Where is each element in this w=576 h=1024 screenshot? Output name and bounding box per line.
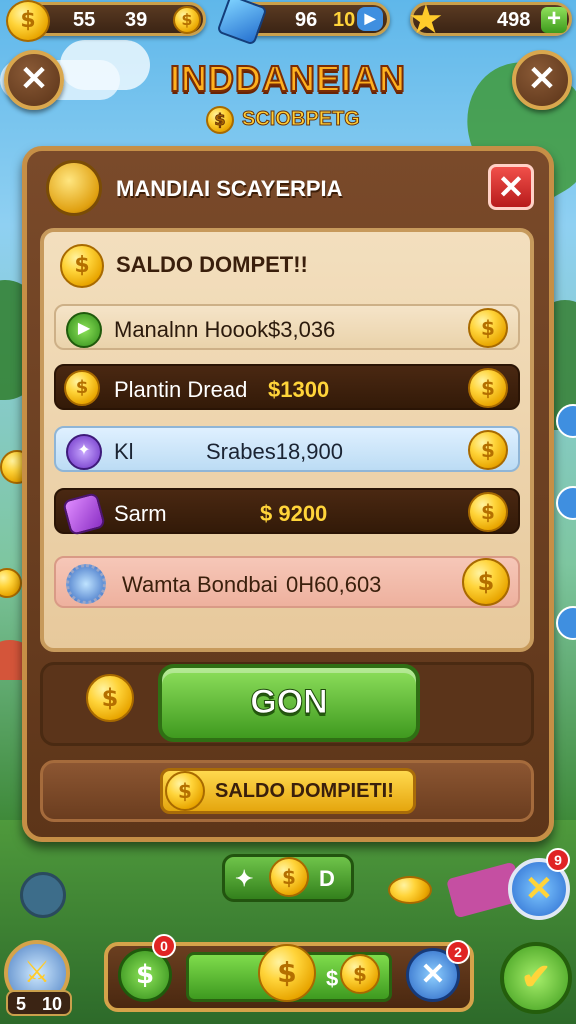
star-icon: ★ [408,0,444,42]
row-label: Manalnn Hoook [114,317,269,342]
notification-badge: 0 [152,934,176,958]
coin-icon: $ [468,368,508,408]
gon-button[interactable]: GON [158,664,420,742]
dollar-symbol: $ [326,966,339,991]
coin-icon: $ [468,492,508,532]
gem-plus-icon[interactable]: ▶ [357,7,383,31]
coin-count-b: 39 [125,9,148,31]
coin-icon: $ [462,558,510,606]
saldo-button[interactable]: $ SALDO DOMPIETI! [160,768,416,814]
panel-title: MANDIAI SCAYERPIA [116,176,343,201]
balance-row[interactable]: ✦ Kl Srabes18,900 $ [54,426,520,472]
notification-badge: 2 [446,940,470,964]
row-amount: 0H60,603 [286,572,382,597]
notification-badge: 9 [546,848,570,872]
big-coin-icon[interactable]: $ [258,944,316,1002]
coin-icon: $ [165,771,205,811]
gem-count-a: 96 [295,9,318,31]
lives-counter: 5 10 [6,990,72,1016]
coin-icon: $ [86,674,134,722]
row-amount: $1300 [268,377,330,402]
bonus-pill-label: D [319,866,335,891]
game-title: INDDANEIAN [169,57,406,100]
coin-icon: $ [64,370,100,406]
star-count: 498 [497,9,531,31]
gem-count-b: 10 [333,9,356,31]
balance-row[interactable]: Wamta Bondbai 0H60,603 $ [54,556,520,608]
sparkle-icon: ✦ [235,866,254,891]
row-label: Kl [114,439,134,464]
add-stars-button[interactable]: + [541,7,567,33]
potion-icon [61,491,107,537]
balance-title: SALDO DOMPET!! [116,252,308,277]
row-amount: $3,036 [268,317,336,342]
badge-icon [66,564,106,604]
row-amount: Srabes18,900 [206,439,343,464]
balance-row[interactable]: Sarm $ 9200 $ [54,488,520,537]
coin-icon: $ [468,308,508,348]
panel-close-button[interactable]: ✕ [488,164,534,210]
gear-coin-icon: $ [60,244,104,288]
coin-count-a: 55 [73,9,96,31]
compass-icon [46,160,102,216]
play-icon: ▶ [66,312,102,348]
row-label: Sarm [114,501,167,526]
coin-icon: $ [468,430,508,470]
row-amount: $ 9200 [260,501,328,526]
coin-icon: $ [340,954,380,994]
shield-icon[interactable] [20,872,66,918]
row-label: Plantin Dread [114,377,248,402]
game-subtitle: $ SCIOBPETG [206,104,374,134]
coin-icon: $ [269,857,309,897]
coin-stack-icon: $ [6,0,50,42]
confirm-button[interactable]: ✔ [500,942,572,1014]
bonus-pill[interactable]: ✦ $ D [222,854,354,902]
compass-star-icon: ✦ [66,434,102,470]
row-label: Wamta Bondbai [122,572,278,597]
balance-row[interactable]: $ Plantin Dread $1300 $ [54,364,520,410]
coin-icon: $ [206,106,234,134]
balance-row[interactable]: ▶ Manalnn Hoook $3,036 $ [54,304,520,350]
coin-icon: $ [173,6,201,34]
